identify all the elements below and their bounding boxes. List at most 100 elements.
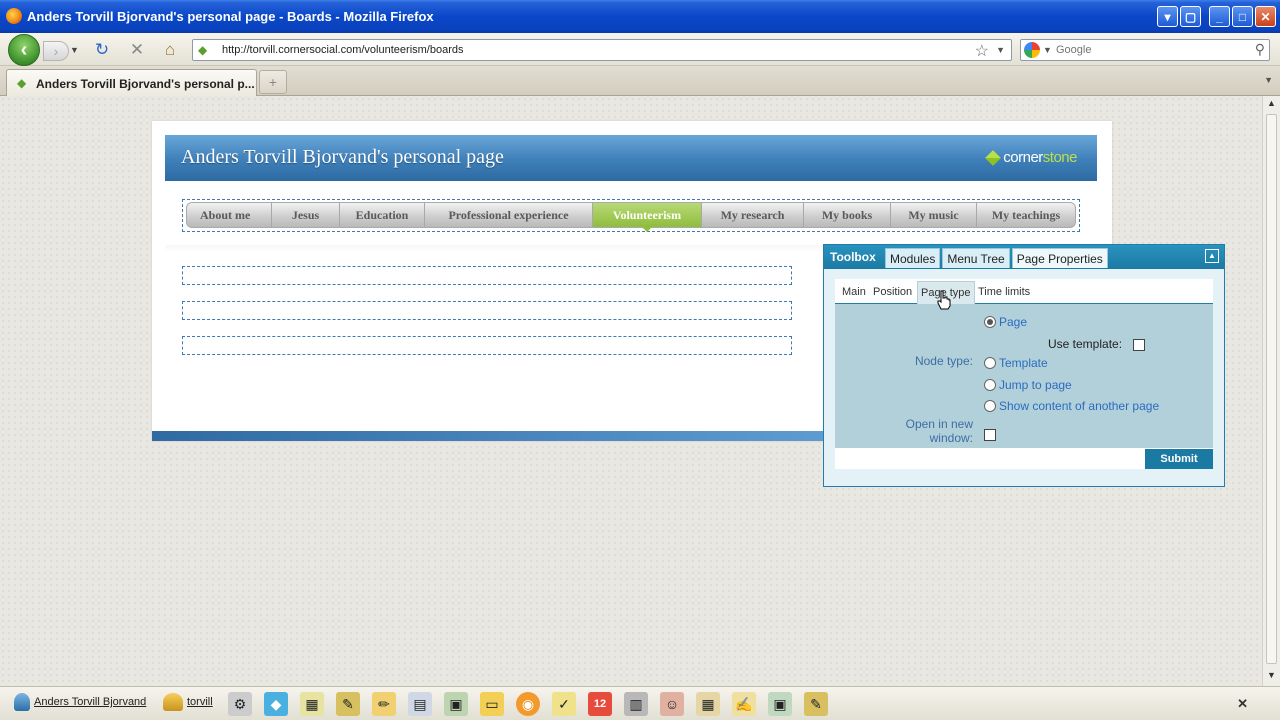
- history-dropdown-icon[interactable]: ▼: [70, 45, 79, 55]
- menu-item-my-teachings[interactable]: My teachings: [977, 203, 1075, 227]
- main-menu: About me Jesus Education Professional ex…: [186, 202, 1076, 232]
- search-bar[interactable]: ▼ ⚲: [1020, 39, 1270, 61]
- page-radio[interactable]: [984, 316, 996, 328]
- jump-to-page-radio[interactable]: [984, 379, 996, 391]
- folder-icon[interactable]: ▭: [480, 692, 504, 716]
- tab-modules[interactable]: Modules: [885, 248, 941, 268]
- reload-icon[interactable]: ↻: [91, 40, 113, 60]
- cornerstone-logo: cornerstone: [985, 149, 1078, 166]
- toolbox-panel: Toolbox Modules Menu Tree Page Propertie…: [823, 244, 1225, 487]
- back-button[interactable]: ‹: [8, 34, 40, 66]
- scroll-down-icon[interactable]: ▼: [1265, 670, 1278, 684]
- content-dropzone[interactable]: [182, 336, 792, 355]
- menu-item-volunteerism[interactable]: Volunteerism: [593, 203, 702, 232]
- close-window-button[interactable]: ✕: [1255, 6, 1276, 27]
- site-identity-icon[interactable]: ◆: [198, 43, 212, 57]
- tools-icon[interactable]: ⚙: [228, 692, 252, 716]
- search-engine-dropdown-icon[interactable]: ▼: [1043, 45, 1052, 55]
- menu-item-education[interactable]: Education: [340, 203, 425, 227]
- search-input[interactable]: [1056, 43, 1236, 57]
- scrollbar-thumb[interactable]: [1266, 114, 1277, 664]
- content-dropzone[interactable]: [182, 301, 792, 320]
- page-properties-subtabs: Main Position Page type Time limits: [835, 279, 1213, 304]
- node-type-label: Node type:: [914, 354, 973, 368]
- bottom-toolbar: Anders Torvill Bjorvand torvill ⚙ ◆ ▦ ✎ …: [0, 686, 1280, 720]
- write-icon[interactable]: ✍: [732, 692, 756, 716]
- user-profile-link[interactable]: Anders Torvill Bjorvand: [14, 693, 146, 711]
- restore-tab-icon[interactable]: ▢: [1180, 6, 1201, 27]
- tab-label[interactable]: Anders Torvill Bjorvand's personal p...: [36, 77, 255, 91]
- users-icon[interactable]: ☺: [660, 692, 684, 716]
- template-radio-label[interactable]: Template: [999, 356, 1048, 370]
- submit-button[interactable]: Submit: [1145, 449, 1213, 469]
- notes-icon[interactable]: ✎: [336, 692, 360, 716]
- tab-favicon-icon: ◆: [17, 76, 27, 90]
- bookmark-star-icon[interactable]: ☆: [975, 41, 989, 61]
- subtab-position[interactable]: Position: [870, 281, 915, 304]
- cornerstone-cube-icon: [985, 149, 1002, 166]
- menu-item-about-me[interactable]: About me: [187, 203, 272, 227]
- group-name[interactable]: torvill: [187, 696, 213, 708]
- user-name[interactable]: Anders Torvill Bjorvand: [34, 696, 146, 708]
- layout-icon[interactable]: ▦: [300, 692, 324, 716]
- picture-icon[interactable]: ▣: [768, 692, 792, 716]
- firefox-icon: [6, 8, 22, 24]
- option-jump-to-page[interactable]: Jump to page: [984, 378, 1072, 392]
- notepad-icon[interactable]: ✎: [804, 692, 828, 716]
- scroll-up-icon[interactable]: ▲: [1265, 98, 1278, 112]
- template-radio[interactable]: [984, 357, 996, 369]
- google-icon[interactable]: [1024, 42, 1040, 58]
- toolbox-header[interactable]: Toolbox Modules Menu Tree Page Propertie…: [824, 245, 1224, 269]
- cube-icon[interactable]: ◆: [264, 692, 288, 716]
- open-new-window-checkbox[interactable]: [984, 429, 996, 441]
- show-content-radio[interactable]: [984, 400, 996, 412]
- edit-icon[interactable]: ✏: [372, 692, 396, 716]
- page-type-panel: Page Use template: Node type: Template J…: [835, 304, 1213, 448]
- tab-page-properties[interactable]: Page Properties: [1011, 248, 1108, 268]
- subtab-main[interactable]: Main: [839, 281, 869, 304]
- window-icon[interactable]: ▤: [408, 692, 432, 716]
- new-tab-button[interactable]: +: [259, 70, 287, 94]
- home-icon[interactable]: ⌂: [159, 40, 181, 60]
- subtab-time-limits[interactable]: Time limits: [975, 281, 1033, 304]
- page-radio-label[interactable]: Page: [999, 315, 1027, 329]
- jump-to-page-label[interactable]: Jump to page: [999, 378, 1072, 392]
- content-dropzone[interactable]: [182, 266, 792, 285]
- vertical-scrollbar[interactable]: ▲ ▼: [1262, 96, 1280, 686]
- search-icon[interactable]: ⚲: [1255, 41, 1265, 58]
- menu-item-professional-experience[interactable]: Professional experience: [425, 203, 593, 227]
- tab-menu-tree[interactable]: Menu Tree: [942, 248, 1010, 268]
- rss-icon[interactable]: ◉: [516, 692, 540, 716]
- group-link[interactable]: torvill: [163, 693, 213, 711]
- url-text[interactable]: http://torvill.cornersocial.com/voluntee…: [222, 44, 463, 56]
- url-dropdown-icon[interactable]: ▼: [996, 45, 1005, 55]
- option-show-content[interactable]: Show content of another page: [984, 399, 1159, 413]
- minimize-button[interactable]: _: [1209, 6, 1230, 27]
- window-menu-icon[interactable]: ▾: [1157, 6, 1178, 27]
- film-icon[interactable]: ▥: [624, 692, 648, 716]
- browser-tab[interactable]: ◆ Anders Torvill Bjorvand's personal p..…: [6, 69, 257, 96]
- menu-item-my-books[interactable]: My books: [804, 203, 891, 227]
- window-title: Anders Torvill Bjorvand's personal page …: [27, 9, 434, 24]
- address-bar[interactable]: ◆ http://torvill.cornersocial.com/volunt…: [192, 39, 1012, 61]
- forward-button[interactable]: ›: [43, 41, 69, 61]
- maximize-button[interactable]: □: [1232, 6, 1253, 27]
- stop-icon[interactable]: ✕: [126, 40, 148, 60]
- close-icon[interactable]: ✕: [1237, 696, 1248, 712]
- checklist-icon[interactable]: ✓: [552, 692, 576, 716]
- option-template[interactable]: Template: [984, 356, 1048, 370]
- image-icon[interactable]: ▣: [444, 692, 468, 716]
- menu-dropzone: About me Jesus Education Professional ex…: [182, 199, 1080, 232]
- use-template-checkbox[interactable]: [1133, 339, 1145, 351]
- menu-item-my-music[interactable]: My music: [891, 203, 977, 227]
- menu-item-my-research[interactable]: My research: [702, 203, 804, 227]
- option-page[interactable]: Page: [984, 315, 1027, 329]
- table-icon[interactable]: ▦: [696, 692, 720, 716]
- calendar-icon[interactable]: 12: [588, 692, 612, 716]
- tab-strip: ◆ Anders Torvill Bjorvand's personal p..…: [0, 66, 1280, 96]
- show-content-label[interactable]: Show content of another page: [999, 399, 1159, 413]
- minimize-toolbox-icon[interactable]: ▲: [1205, 249, 1219, 263]
- menu-item-jesus[interactable]: Jesus: [272, 203, 340, 227]
- page-header: Anders Torvill Bjorvand's personal page …: [165, 135, 1097, 181]
- list-all-tabs-icon[interactable]: ▼: [1264, 75, 1273, 85]
